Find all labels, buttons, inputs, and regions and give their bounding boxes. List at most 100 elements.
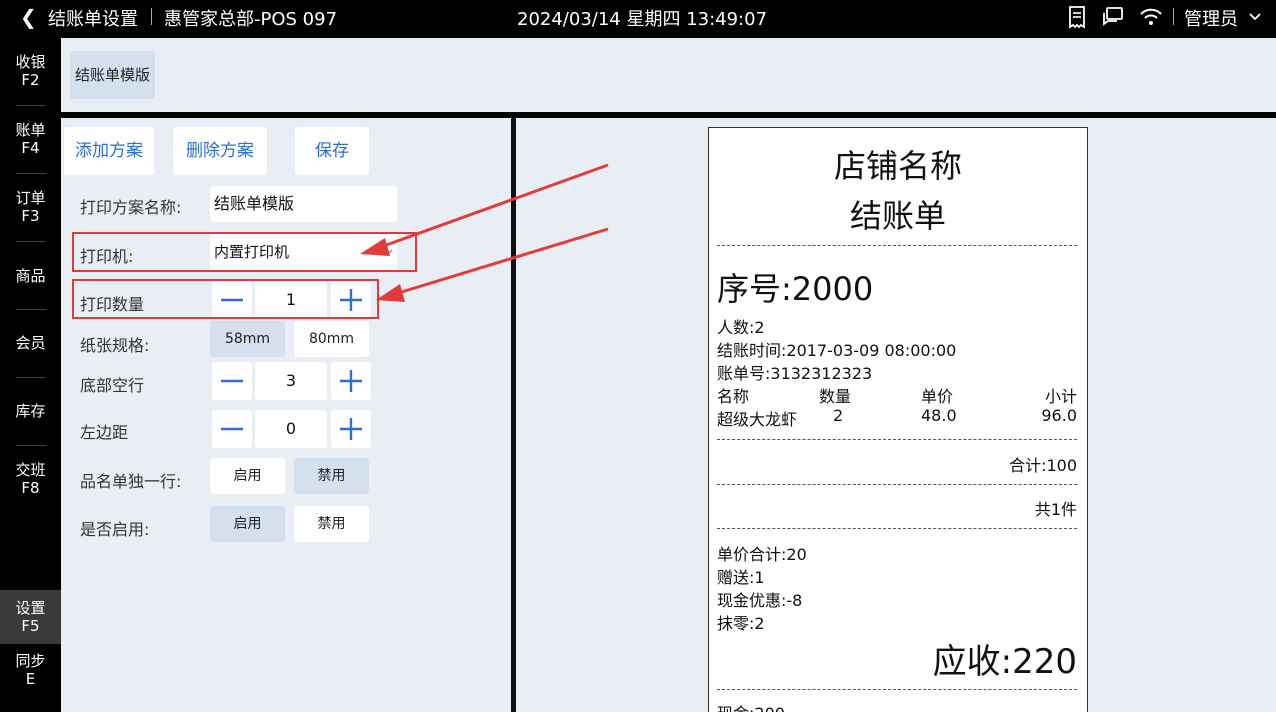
- copies-increase-button[interactable]: [331, 281, 371, 319]
- nav-label: 同步: [15, 652, 46, 670]
- paper-label: 纸张规格:: [80, 336, 150, 355]
- enabled-enable-option[interactable]: 启用: [210, 506, 285, 542]
- nav-bills[interactable]: 账单 F4: [0, 121, 61, 157]
- bottom-lines-label: 底部空行: [80, 376, 145, 395]
- receipt-header-qty: 数量: [819, 387, 852, 406]
- nav-label: 账单: [15, 121, 46, 139]
- name-line-disable-option[interactable]: 禁用: [294, 458, 369, 494]
- receipt-item-subtotal: 96.0: [1041, 406, 1077, 425]
- bottom-lines-decrease-button[interactable]: [212, 362, 252, 400]
- nav-key: E: [25, 670, 36, 688]
- name-line-enable-option[interactable]: 启用: [210, 458, 285, 494]
- delete-scheme-button[interactable]: 删除方案: [173, 127, 267, 175]
- receipt-preview: 店铺名称 结账单 序号:2000 人数:2 结账时间:2017-03-09 08…: [708, 127, 1088, 712]
- nav-key: F2: [21, 71, 40, 89]
- left-margin-label: 左边距: [80, 423, 129, 442]
- paper-option-58mm[interactable]: 58mm: [210, 321, 285, 357]
- receipt-item-name: 超级大龙虾: [717, 410, 798, 429]
- receipt-checkout-time: 结账时间:2017-03-09 08:00:00: [717, 341, 957, 360]
- chat-icon[interactable]: [1100, 4, 1126, 30]
- copies-input[interactable]: 1: [255, 281, 327, 319]
- copies-decrease-button[interactable]: [212, 281, 252, 319]
- nav-label: 交班: [15, 461, 46, 479]
- receipt-item-qty: 2: [833, 406, 844, 425]
- receipt-divider: [717, 689, 1077, 690]
- chevron-down-icon[interactable]: [1248, 6, 1262, 26]
- tab-strip: 结账单模版: [61, 38, 1276, 112]
- nav-divider: [16, 377, 46, 378]
- save-button[interactable]: 保存: [295, 127, 369, 175]
- receipt-divider: [717, 484, 1077, 485]
- nav-label: 商品: [15, 267, 46, 285]
- plus-icon: [340, 289, 362, 311]
- nav-label: 会员: [15, 334, 46, 352]
- nav-checkout[interactable]: 收银 F2: [0, 53, 61, 89]
- nav-label: 库存: [15, 402, 46, 420]
- nav-products[interactable]: 商品: [0, 267, 61, 285]
- printer-select[interactable]: 内置打印机: [210, 234, 397, 270]
- page-title: 结账单设置: [48, 9, 138, 30]
- wifi-icon[interactable]: [1138, 4, 1164, 30]
- paper-option-80mm[interactable]: 80mm: [294, 321, 369, 357]
- nav-divider: [16, 173, 46, 174]
- nav-key: F5: [21, 617, 40, 635]
- nav-orders[interactable]: 订单 F3: [0, 189, 61, 225]
- settings-panel: 添加方案 删除方案 保存 打印方案名称: 结账单模版 打印机: 内置打印机 打印…: [61, 118, 511, 712]
- user-separator: [1173, 8, 1174, 25]
- plus-icon: [340, 418, 362, 440]
- plus-icon: [340, 370, 362, 392]
- receipt-header-name: 名称: [717, 387, 750, 406]
- receipt-bill-no: 账单号:3132312323: [717, 364, 873, 383]
- store-name: 惠管家总部-POS 097: [164, 9, 338, 30]
- nav-key: F4: [21, 139, 40, 157]
- receipt-receivable: 应收:220: [932, 642, 1077, 682]
- printer-value: 内置打印机: [214, 243, 290, 261]
- nav-divider: [16, 105, 46, 106]
- bottom-lines-increase-button[interactable]: [331, 362, 371, 400]
- tab-checkout-template[interactable]: 结账单模版: [70, 51, 155, 99]
- receipt-divider: [717, 439, 1077, 440]
- printer-label: 打印机:: [80, 247, 134, 266]
- receipt-total: 合计:100: [1009, 456, 1077, 475]
- user-menu[interactable]: 管理员: [1184, 5, 1238, 31]
- back-icon[interactable]: ❮: [20, 5, 37, 29]
- nav-sync[interactable]: 同步 E: [0, 652, 61, 688]
- receipt-people: 人数:2: [717, 318, 765, 337]
- receipt-item-price: 48.0: [921, 406, 957, 425]
- receipt-divider: [717, 528, 1077, 529]
- receipt-header-subtotal: 小计: [1044, 387, 1077, 406]
- left-nav: 收银 F2 账单 F4 订单 F3 商品 会员 库存 交班 F8 设置 F5 同…: [0, 34, 61, 712]
- preview-panel: 店铺名称 结账单 序号:2000 人数:2 结账时间:2017-03-09 08…: [516, 118, 1276, 712]
- receipt-cash-discount: 现金优惠:-8: [717, 591, 803, 610]
- receipt-title: 结账单: [849, 197, 946, 235]
- nav-inventory[interactable]: 库存: [0, 402, 61, 420]
- nav-shift[interactable]: 交班 F8: [0, 461, 61, 497]
- add-scheme-button[interactable]: 添加方案: [64, 127, 154, 175]
- receipt-icon[interactable]: [1064, 4, 1090, 30]
- nav-label: 设置: [15, 599, 46, 617]
- copies-label: 打印数量: [80, 295, 145, 314]
- left-margin-increase-button[interactable]: [331, 410, 371, 448]
- scheme-name-input[interactable]: 结账单模版: [210, 186, 397, 222]
- receipt-gift: 赠送:1: [717, 568, 765, 587]
- nav-divider: [16, 309, 46, 310]
- nav-members[interactable]: 会员: [0, 334, 61, 352]
- enabled-disable-option[interactable]: 禁用: [294, 506, 369, 542]
- top-bar: ❮ 结账单设置 惠管家总部-POS 097 2024/03/14 星期四 13:…: [0, 0, 1276, 34]
- bottom-lines-input[interactable]: 3: [255, 362, 327, 400]
- left-margin-input[interactable]: 0: [255, 410, 327, 448]
- receipt-divider: [717, 245, 1077, 246]
- receipt-header-price: 单价: [921, 387, 954, 406]
- left-margin-decrease-button[interactable]: [212, 410, 252, 448]
- nav-divider: [16, 445, 46, 446]
- nav-settings[interactable]: 设置 F5: [0, 590, 61, 644]
- receipt-store-name: 店铺名称: [833, 147, 962, 185]
- receipt-cash: 现金:200: [717, 700, 785, 712]
- nav-key: F3: [21, 207, 40, 225]
- enabled-label: 是否启用:: [80, 520, 150, 539]
- receipt-seq: 序号:2000: [717, 270, 874, 308]
- chevron-down-icon: [383, 249, 393, 255]
- receipt-count: 共1件: [1034, 500, 1077, 519]
- minus-icon: [221, 427, 243, 431]
- minus-icon: [221, 379, 243, 383]
